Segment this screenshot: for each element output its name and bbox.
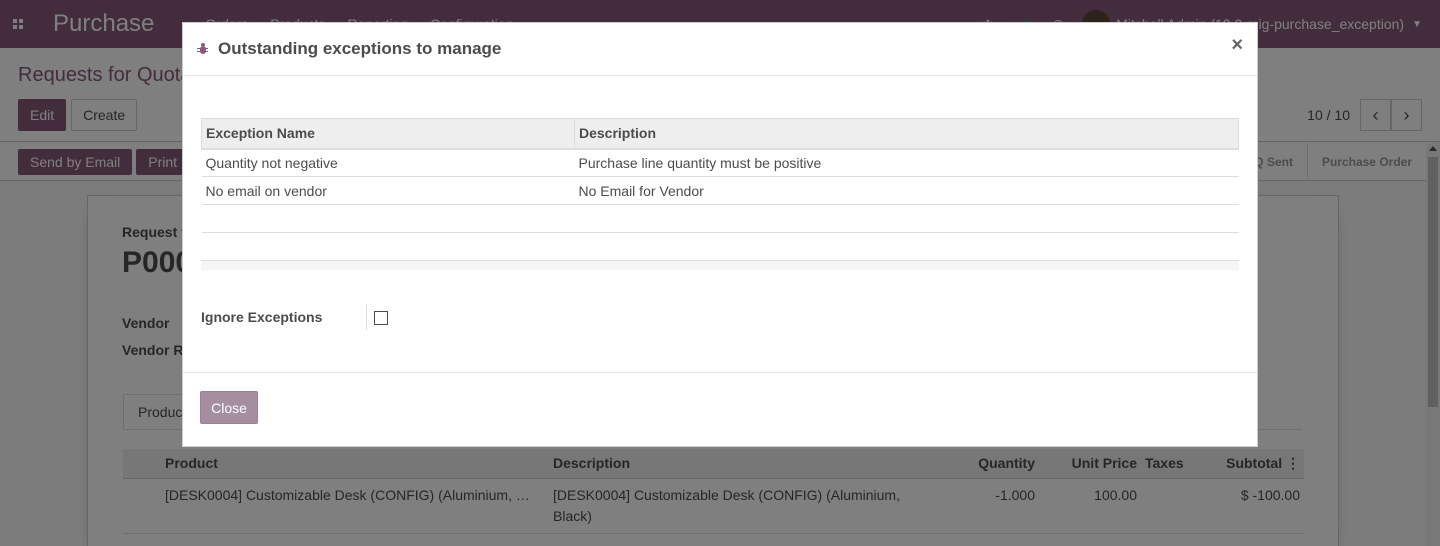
column-header-exception-name[interactable]: Exception Name bbox=[201, 118, 575, 150]
dialog-title: Outstanding exceptions to manage bbox=[197, 39, 501, 59]
exception-name: Quantity not negative bbox=[201, 148, 575, 177]
table-row[interactable]: Quantity not negative Purchase line quan… bbox=[201, 148, 1239, 177]
empty-row bbox=[201, 204, 1239, 233]
dialog-title-text: Outstanding exceptions to manage bbox=[218, 39, 502, 58]
dialog-body: Exception Name Description Quantity not … bbox=[183, 76, 1257, 372]
exception-description: Purchase line quantity must be positive bbox=[574, 148, 1239, 177]
field-separator bbox=[366, 304, 367, 330]
exceptions-dialog: Outstanding exceptions to manage × Excep… bbox=[182, 22, 1258, 447]
exceptions-table: Exception Name Description Quantity not … bbox=[201, 118, 1239, 261]
ignore-exceptions-checkbox[interactable] bbox=[374, 311, 388, 325]
exception-name: No email on vendor bbox=[201, 176, 575, 205]
table-footer bbox=[201, 260, 1239, 270]
bug-icon bbox=[197, 43, 208, 55]
column-header-description[interactable]: Description bbox=[574, 118, 1239, 150]
empty-row bbox=[201, 232, 1239, 261]
dialog-header: Outstanding exceptions to manage × bbox=[183, 23, 1257, 76]
dialog-footer: Close bbox=[183, 372, 1257, 447]
table-row[interactable]: No email on vendor No Email for Vendor bbox=[201, 176, 1239, 205]
exception-description: No Email for Vendor bbox=[574, 176, 1239, 205]
close-button[interactable]: Close bbox=[200, 391, 258, 424]
close-icon[interactable]: × bbox=[1231, 35, 1243, 55]
ignore-exceptions-label: Ignore Exceptions bbox=[201, 309, 323, 325]
